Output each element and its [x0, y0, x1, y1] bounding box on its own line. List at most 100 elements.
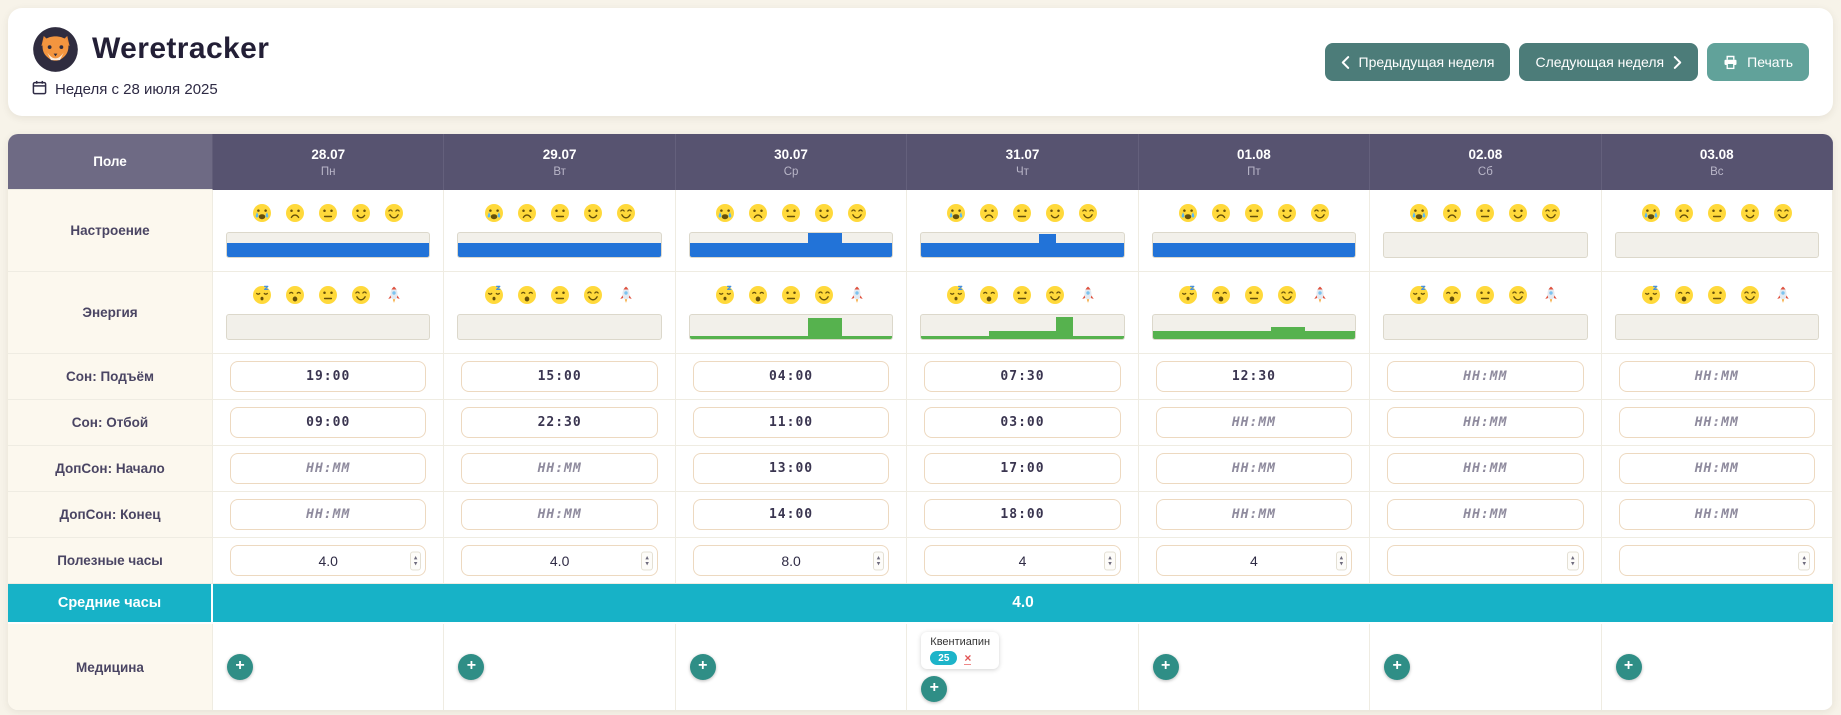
neutral-face-icon[interactable]: [1244, 285, 1264, 305]
nap_start-input-31.07[interactable]: [924, 453, 1121, 484]
happy-face-icon[interactable]: [616, 203, 636, 223]
mood-chart[interactable]: [920, 232, 1125, 258]
slight-smile-face-icon[interactable]: [1277, 203, 1297, 223]
sleep_bed-input-02.08[interactable]: [1387, 407, 1584, 438]
nap_end-input-30.07[interactable]: [692, 499, 890, 530]
sleeping-face-icon[interactable]: [484, 285, 504, 305]
neutral-face-icon[interactable]: [781, 203, 801, 223]
stepper-arrows-icon[interactable]: ▴ ▾: [872, 551, 885, 570]
happy-face-icon[interactable]: [1541, 203, 1561, 223]
useful-hours-input-01.08[interactable]: [1155, 545, 1353, 576]
energy-chart[interactable]: [688, 314, 894, 340]
energy-chart[interactable]: [457, 314, 662, 340]
nap_start-input-03.08[interactable]: [1618, 453, 1815, 484]
useful-hours-input-02.08[interactable]: [1387, 545, 1584, 576]
nap_end-input-01.08[interactable]: [1155, 499, 1353, 530]
slight-smile-face-icon[interactable]: [583, 203, 603, 223]
nap_start-input-29.07[interactable]: [461, 453, 658, 484]
happy-face-icon[interactable]: [384, 203, 404, 223]
weary-face-icon[interactable]: [285, 285, 305, 305]
rocket-icon[interactable]: [1310, 285, 1330, 305]
prev-week-button[interactable]: Предыдущая неделя: [1324, 43, 1511, 81]
mood-chart[interactable]: [457, 232, 662, 258]
nap_end-input-29.07[interactable]: [461, 499, 658, 530]
nap_end-input-28.07[interactable]: [230, 499, 427, 530]
stepper-arrows-icon[interactable]: ▴ ▾: [1798, 551, 1810, 570]
add-medicine-button[interactable]: +: [1615, 654, 1642, 680]
happy-face-icon[interactable]: [1045, 285, 1065, 305]
neutral-face-icon[interactable]: [318, 285, 338, 305]
crying-face-icon[interactable]: [1178, 203, 1198, 223]
nap_end-input-02.08[interactable]: [1387, 499, 1584, 530]
weary-face-icon[interactable]: [1442, 285, 1462, 305]
sad-face-icon[interactable]: [979, 203, 999, 223]
energy-chart[interactable]: [226, 314, 431, 340]
energy-chart[interactable]: [920, 314, 1125, 340]
neutral-face-icon[interactable]: [1244, 203, 1264, 223]
sleep_wake-input-30.07[interactable]: [692, 361, 890, 392]
happy-face-icon[interactable]: [1740, 285, 1760, 305]
sleep_bed-input-29.07[interactable]: [461, 407, 658, 438]
happy-face-icon[interactable]: [351, 285, 371, 305]
sleep_wake-input-01.08[interactable]: [1155, 361, 1353, 392]
useful-hours-input-31.07[interactable]: [924, 545, 1121, 576]
nap_start-input-28.07[interactable]: [230, 453, 427, 484]
energy-chart[interactable]: [1614, 314, 1819, 340]
useful-hours-input-29.07[interactable]: [461, 545, 658, 576]
sleeping-face-icon[interactable]: [1641, 285, 1661, 305]
useful-hours-input-30.07[interactable]: [692, 545, 890, 576]
sleep_bed-input-31.07[interactable]: [924, 407, 1121, 438]
slight-smile-face-icon[interactable]: [1740, 203, 1760, 223]
print-button[interactable]: Печать: [1707, 43, 1809, 81]
weary-face-icon[interactable]: [517, 285, 537, 305]
stepper-arrows-icon[interactable]: ▴ ▾: [1104, 551, 1116, 570]
sad-face-icon[interactable]: [285, 203, 305, 223]
neutral-face-icon[interactable]: [1707, 285, 1727, 305]
neutral-face-icon[interactable]: [1475, 203, 1495, 223]
neutral-face-icon[interactable]: [781, 285, 801, 305]
stepper-arrows-icon[interactable]: ▴ ▾: [1335, 551, 1348, 570]
happy-face-icon[interactable]: [1508, 285, 1528, 305]
next-week-button[interactable]: Следующая неделя: [1519, 43, 1699, 81]
crying-face-icon[interactable]: [252, 203, 272, 223]
nap_end-input-03.08[interactable]: [1618, 499, 1815, 530]
crying-face-icon[interactable]: [946, 203, 966, 223]
weary-face-icon[interactable]: [1211, 285, 1231, 305]
energy-chart[interactable]: [1383, 314, 1588, 340]
rocket-icon[interactable]: [1773, 285, 1793, 305]
stepper-arrows-icon[interactable]: ▴ ▾: [641, 551, 653, 570]
happy-face-icon[interactable]: [1078, 203, 1098, 223]
sleep_bed-input-01.08[interactable]: [1155, 407, 1353, 438]
useful-hours-input-03.08[interactable]: [1618, 545, 1815, 576]
rocket-icon[interactable]: [1078, 285, 1098, 305]
happy-face-icon[interactable]: [1773, 203, 1793, 223]
mood-chart[interactable]: [1614, 232, 1819, 258]
sleep_bed-input-28.07[interactable]: [230, 407, 427, 438]
slight-smile-face-icon[interactable]: [814, 203, 834, 223]
sleeping-face-icon[interactable]: [715, 285, 735, 305]
mood-chart[interactable]: [226, 232, 431, 258]
weary-face-icon[interactable]: [1674, 285, 1694, 305]
sleep_wake-input-29.07[interactable]: [461, 361, 658, 392]
sleep_wake-input-02.08[interactable]: [1387, 361, 1584, 392]
mood-chart[interactable]: [1383, 232, 1588, 258]
sleeping-face-icon[interactable]: [1409, 285, 1429, 305]
slight-smile-face-icon[interactable]: [1508, 203, 1528, 223]
happy-face-icon[interactable]: [814, 285, 834, 305]
sleep_wake-input-31.07[interactable]: [924, 361, 1121, 392]
rocket-icon[interactable]: [616, 285, 636, 305]
rocket-icon[interactable]: [847, 285, 867, 305]
neutral-face-icon[interactable]: [550, 285, 570, 305]
add-medicine-button[interactable]: +: [227, 654, 253, 680]
happy-face-icon[interactable]: [583, 285, 603, 305]
neutral-face-icon[interactable]: [1012, 285, 1032, 305]
neutral-face-icon[interactable]: [1012, 203, 1032, 223]
energy-chart[interactable]: [1151, 314, 1357, 340]
stepper-arrows-icon[interactable]: ▴ ▾: [409, 551, 422, 570]
neutral-face-icon[interactable]: [1707, 203, 1727, 223]
sleep_bed-input-03.08[interactable]: [1618, 407, 1815, 438]
crying-face-icon[interactable]: [715, 203, 735, 223]
sad-face-icon[interactable]: [748, 203, 768, 223]
add-medicine-button[interactable]: +: [689, 654, 716, 680]
useful-hours-input-28.07[interactable]: [230, 545, 427, 576]
